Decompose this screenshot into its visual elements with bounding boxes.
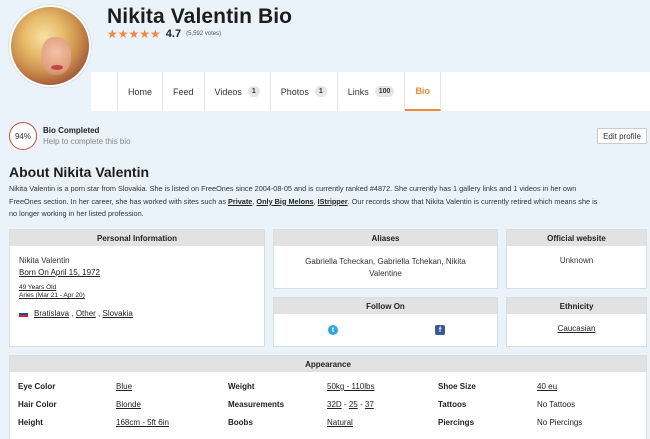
about-line: Nikita Valentin is a porn star from Slov… (9, 184, 577, 193)
measurements-label: Measurements (228, 400, 285, 409)
boobs-label: Boobs (228, 418, 253, 427)
waist-link[interactable]: 25 (349, 400, 358, 409)
completion-subtitle[interactable]: Help to complete this bio (43, 137, 131, 146)
tab-links[interactable]: Links 100 (337, 72, 406, 111)
about-line: no longer working in her listed professi… (9, 209, 144, 218)
card-header: Official website (507, 230, 646, 246)
site-link-istripper[interactable]: IStripper (318, 197, 348, 206)
page-title: Nikita Valentin Bio (107, 5, 293, 28)
aliases-card: Aliases Gabriella Tcheckan, Gabriella Tc… (273, 229, 498, 289)
follow-card: Follow On t f (273, 297, 498, 347)
profile-header: Nikita Valentin Bio ★★★★★ 4.7 (5,592 vot… (0, 0, 650, 111)
rating-value: 4.7 (165, 28, 182, 40)
website-card: Official website Unknown (506, 229, 647, 289)
about-paragraph: Nikita Valentin is a porn star from Slov… (9, 184, 598, 218)
full-name: Nikita Valentin (19, 256, 70, 265)
about-line: . Our records show that Nikita Valentin … (347, 196, 598, 206)
card-header: Aliases (274, 230, 497, 246)
piercings-label: Piercings (438, 418, 475, 427)
hips-link[interactable]: 37 (365, 400, 374, 409)
tab-label: Videos (214, 86, 242, 97)
site-link-only-big-melons[interactable]: Only Big Melons (256, 197, 313, 206)
measurements-value: 32D - 25 - 37 (327, 400, 374, 409)
tab-photos[interactable]: Photos 1 (270, 72, 338, 111)
age-link[interactable]: 49 Years Old (19, 284, 255, 291)
tab-label: Links (347, 86, 369, 97)
completion-circle: 94% (9, 122, 37, 150)
shoe-size-label: Shoe Size (438, 382, 476, 391)
about-line: FreeOnes section. In her career, she has… (9, 196, 229, 206)
height-label: Height (18, 418, 43, 427)
appearance-card: Appearance Eye Color Blue Hair Color Blo… (9, 355, 647, 439)
aliases-text: Gabriella Tcheckan, Gabriella Tchekan, N… (305, 257, 466, 278)
separator: - (343, 400, 347, 409)
ethnicity-card: Ethnicity Caucasian (506, 297, 647, 347)
count-badge: 1 (247, 86, 260, 97)
avatar-lips (51, 65, 63, 70)
boobs-link[interactable]: Natural (327, 418, 353, 427)
card-header: Personal Information (10, 230, 264, 246)
separator: - (359, 400, 363, 409)
star-rating-icon[interactable]: ★★★★★ (107, 27, 161, 41)
separator: , (71, 309, 74, 318)
tab-bio[interactable]: Bio (405, 72, 441, 111)
country-link[interactable]: Slovakia (103, 309, 133, 318)
tab-label: Bio (415, 85, 430, 96)
shoe-size-link[interactable]: 40 eu (537, 382, 557, 391)
card-header: Ethnicity (507, 298, 646, 314)
slovakia-flag-icon (19, 310, 28, 317)
weight-link[interactable]: 50kg - 110lbs (327, 382, 374, 391)
tab-home[interactable]: Home (118, 72, 164, 111)
weight-label: Weight (228, 382, 255, 391)
eye-color-label: Eye Color (18, 382, 56, 391)
hair-color-link[interactable]: Blonde (116, 400, 141, 409)
zodiac-link[interactable]: Aries (Mar 21 - Apr 20) (19, 292, 255, 299)
edit-profile-button[interactable]: Edit profile (597, 128, 647, 144)
tab-label: Home (128, 86, 153, 97)
avatar[interactable] (9, 5, 91, 87)
bio-completion: 94% Bio Completed Help to complete this … (9, 122, 131, 150)
eye-color-link[interactable]: Blue (116, 382, 132, 391)
rating[interactable]: ★★★★★ 4.7 (5,592 votes) (107, 27, 221, 41)
about-heading: About Nikita Valentin (9, 164, 150, 180)
completion-title: Bio Completed (43, 126, 100, 135)
separator: , (98, 309, 101, 318)
height-link[interactable]: 168cm - 5ft 6in (116, 418, 169, 427)
twitter-icon[interactable]: t (328, 325, 338, 335)
card-header: Follow On (274, 298, 497, 314)
tattoos-label: Tattoos (438, 400, 467, 409)
ethnicity-link[interactable]: Caucasian (558, 324, 596, 333)
piercings-value: No Piercings (537, 418, 583, 427)
tattoos-value: No Tattoos (537, 400, 576, 409)
facebook-icon[interactable]: f (435, 325, 445, 335)
tab-label: Photos (280, 86, 309, 97)
bust-link[interactable]: 32D (327, 400, 342, 409)
tab-label: Feed (173, 86, 194, 97)
site-link-private[interactable]: Private (228, 197, 252, 206)
city-link[interactable]: Bratislava (34, 309, 69, 318)
count-badge: 100 (374, 86, 395, 97)
website-value: Unknown (559, 256, 594, 265)
birth-date-link[interactable]: Born On April 15, 1972 (19, 268, 255, 277)
profile-tabs: Home Feed Videos 1 Photos 1 Links 100 Bio (117, 72, 441, 111)
region-link[interactable]: Other (76, 309, 96, 318)
tab-feed[interactable]: Feed (163, 72, 205, 111)
card-header: Appearance (10, 356, 646, 372)
hair-color-label: Hair Color (18, 400, 57, 409)
vote-count: (5,592 votes) (186, 31, 222, 37)
count-badge: 1 (314, 86, 327, 97)
tab-videos[interactable]: Videos 1 (204, 72, 271, 111)
personal-info-card: Personal Information Nikita Valentin Bor… (9, 229, 265, 347)
